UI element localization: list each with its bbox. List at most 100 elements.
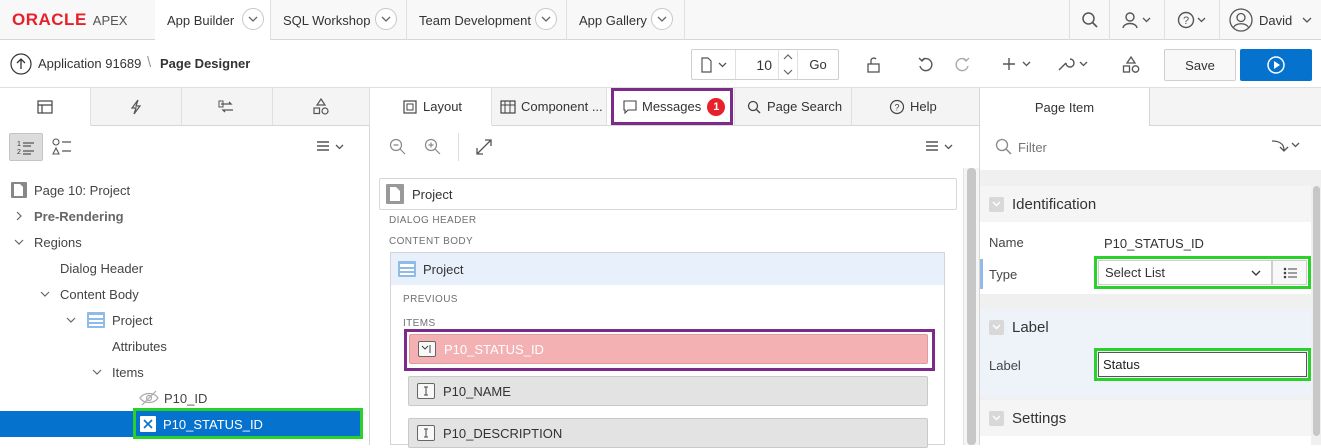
zoom-in-icon[interactable] [424,138,442,156]
play-icon [1267,56,1285,74]
page-number-stepper[interactable] [778,50,798,79]
tab-rendering[interactable] [0,88,91,126]
chevron-down-icon[interactable] [242,8,264,30]
tab-shared-components[interactable] [273,88,370,126]
section-label[interactable]: Label [980,309,1311,345]
chevron-down-icon[interactable] [375,8,397,30]
go-to-group-icon[interactable] [1270,138,1304,154]
oracle-apex-logo[interactable]: ORACLE APEX [12,10,127,29]
tree-node-p10-status-id[interactable]: P10_STATUS_ID [139,411,263,437]
region-project-header[interactable]: Project [391,253,944,285]
search-icon [747,100,761,113]
search-icon[interactable] [1069,0,1109,40]
utilities-menu-button[interactable] [1052,51,1096,77]
tab-team-development[interactable]: Team Development [407,0,567,40]
chevron-down-icon[interactable] [535,8,557,30]
tab-app-builder[interactable]: App Builder [155,0,271,41]
collapse-icon[interactable] [989,319,1004,335]
tree-node-project[interactable]: Project [66,307,152,333]
chevron-down-icon [92,369,102,375]
tab-component-view[interactable]: Component ... [492,88,607,126]
page-number-input[interactable] [736,50,772,79]
toolbar-divider [458,133,459,161]
region-card-project[interactable]: Project [379,178,957,210]
tree-node-attributes[interactable]: Attributes [112,333,167,359]
user-menu[interactable]: David [1219,0,1321,40]
tab-dynamic-actions[interactable] [91,88,182,126]
tree-node-regions[interactable]: Regions [14,229,82,255]
chevron-down-icon [40,291,50,297]
property-editor-pane: Page Item Identification Name P10_STATUS… [979,88,1321,445]
filter-input[interactable] [1018,136,1218,158]
go-button[interactable]: Go [798,50,838,79]
type-select[interactable]: Select List [1098,260,1272,285]
save-button[interactable]: Save [1164,49,1236,81]
type-list-button[interactable] [1272,260,1307,285]
chevron-down-icon[interactable] [651,8,673,30]
section-title: Settings [1012,409,1067,427]
redo-icon[interactable] [953,56,971,74]
tree-node-items[interactable]: Items [92,359,144,385]
help-menu-icon[interactable]: ? [1164,0,1219,40]
tree-label-p10-status-id: P10_STATUS_ID [163,416,263,432]
up-arrow-circle-icon[interactable] [10,53,32,75]
page-selector: Go [691,49,839,80]
tree-node-content-body[interactable]: Content Body [40,281,139,307]
expand-icon[interactable] [475,138,493,156]
property-scrollbar[interactable] [1311,170,1321,445]
chevron-down-icon [1302,17,1312,23]
tree-node-pre-rendering[interactable]: Pre-Rendering [14,203,124,229]
section-identification[interactable]: Identification [980,186,1311,222]
processing-icon [218,100,233,112]
tab-layout-label: Layout [423,99,463,114]
collapse-icon[interactable] [989,410,1004,426]
tab-page-search[interactable]: Page Search [735,88,852,126]
chevron-up-icon [783,54,793,60]
tab-layout[interactable]: Layout [371,88,492,126]
tab-app-gallery-label: App Gallery [579,12,647,28]
collapse-icon[interactable] [989,196,1004,212]
layout-item-p10-description[interactable]: P10_DESCRIPTION [408,418,928,448]
administration-menu-icon[interactable] [1109,0,1164,40]
layout-item-p10-name[interactable]: P10_NAME [408,376,928,406]
scrollbar-thumb[interactable] [1313,186,1320,436]
label-input[interactable] [1098,352,1307,377]
run-page-button[interactable] [1240,49,1312,81]
breadcrumb-application[interactable]: Application 91689 [38,56,141,71]
layout-menu-icon[interactable] [925,140,955,154]
tree-node-dialog-header[interactable]: Dialog Header [60,255,143,281]
layout-scrollbar[interactable] [963,168,979,445]
tree-label-items: Items [112,364,144,380]
tree-node-page[interactable]: Page 10: Project [10,177,130,203]
section-settings[interactable]: Settings [980,400,1311,436]
layout-icon [403,99,417,114]
numbered-list-icon: 12 [17,141,34,155]
left-pane: 12 Page 10: Project Pre-Rendering Region… [0,88,370,445]
undo-icon[interactable] [917,56,935,74]
page-menu-button[interactable] [692,50,736,79]
tab-help[interactable]: ? Help [852,88,979,126]
svg-text:?: ? [1183,15,1189,27]
tab-bar-fill [1150,88,1321,126]
chevron-down-icon [14,239,24,245]
tab-app-gallery[interactable]: App Gallery [567,0,685,40]
user-name: David [1259,12,1293,28]
tab-page-item[interactable]: Page Item [980,88,1150,126]
rendering-icon [37,99,53,114]
tree-menu-icon[interactable] [316,140,346,154]
layout-item-p10-status-id[interactable]: P10_STATUS_ID [409,334,928,364]
section-title: Identification [1012,195,1097,213]
region-icon [398,261,416,277]
tab-processing[interactable] [182,88,273,126]
breadcrumb-separator: \ [147,54,152,71]
zoom-out-icon[interactable] [389,138,407,156]
scrollbar-thumb[interactable] [967,168,976,445]
component-view-icon[interactable] [52,138,72,156]
highlight-messages-tab [611,88,733,125]
tree-view-button[interactable]: 12 [9,133,43,161]
position-content-body: CONTENT BODY [389,236,474,247]
unlock-icon[interactable] [865,56,883,74]
create-menu-button[interactable] [996,51,1040,77]
tab-sql-workshop[interactable]: SQL Workshop [271,0,407,40]
shared-components-icon[interactable] [1121,55,1141,75]
